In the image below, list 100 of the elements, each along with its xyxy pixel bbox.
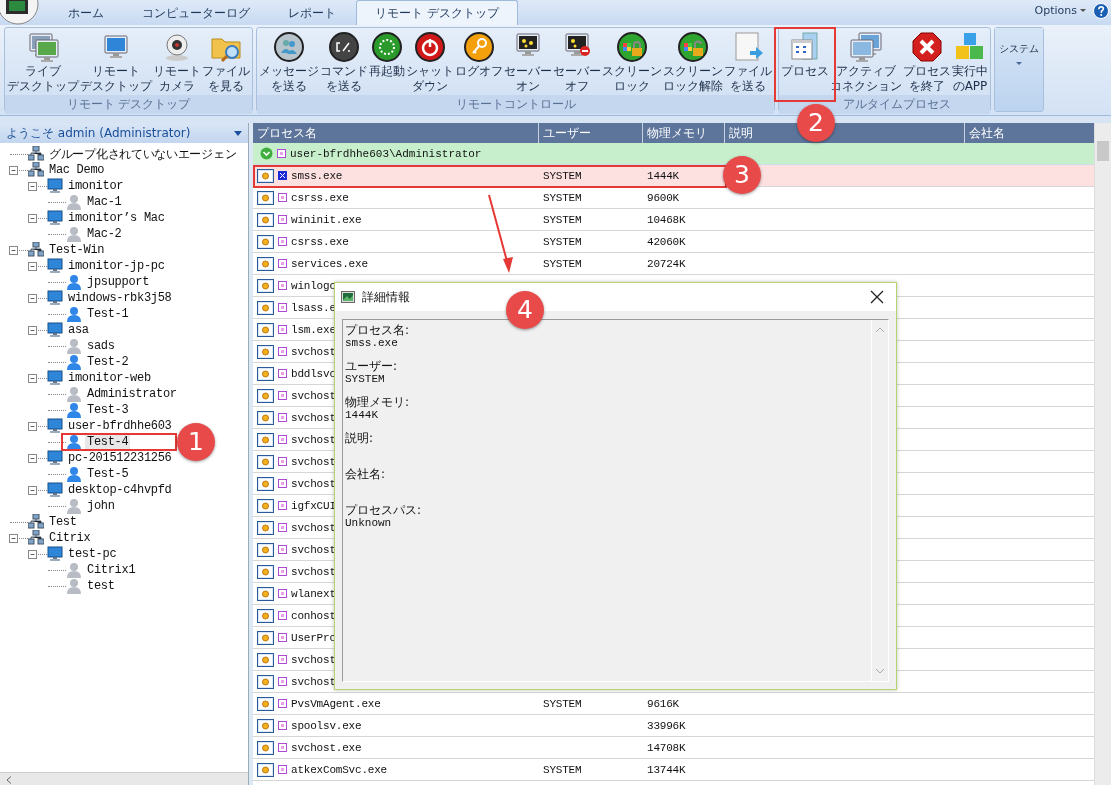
square-icon — [278, 215, 287, 224]
key-icon — [463, 31, 495, 63]
process-gear-icon — [257, 432, 274, 447]
system-menu-button[interactable]: システム — [995, 28, 1043, 111]
square-icon — [278, 545, 287, 554]
tree-item[interactable]: Mac-1 — [85, 195, 124, 209]
tab[interactable]: ホーム — [50, 1, 122, 25]
tree-item[interactable]: desktop-c4hvpfd — [66, 483, 174, 497]
process-row[interactable]: atkexComSvc.exe SYSTEM 13744K — [253, 759, 1095, 781]
tree-item[interactable]: Test-2 — [85, 355, 131, 369]
process-row[interactable]: wininit.exe SYSTEM 10468K — [253, 209, 1095, 231]
table-cell: svchost — [291, 675, 336, 688]
close-icon[interactable] — [870, 290, 884, 304]
table-cell: 14708K — [647, 741, 686, 754]
tree-item[interactable]: imonitor — [66, 179, 126, 193]
ribbon-button[interactable]: 実行中 のAPP — [952, 30, 988, 95]
ribbon-button[interactable]: セーバー オフ — [553, 30, 601, 95]
ribbon-button[interactable]: ファイル を送る — [724, 30, 772, 95]
scrollbar[interactable] — [1094, 123, 1111, 785]
table-cell: 42060K — [647, 235, 686, 248]
tree-item[interactable]: imonitor-web — [66, 371, 153, 385]
tree-item[interactable]: Citrix1 — [85, 563, 138, 577]
ribbon-button[interactable]: コマンド を送る — [320, 30, 368, 95]
ribbon-button[interactable]: ログオフ — [455, 30, 503, 95]
collapse-toggle[interactable] — [28, 325, 37, 335]
tree-item[interactable]: Citrix — [47, 531, 93, 545]
tree-item[interactable]: Test-1 — [85, 307, 131, 321]
collapse-toggle[interactable] — [9, 245, 18, 255]
ribbon-button[interactable]: ファイル を見る — [202, 30, 250, 95]
process-row[interactable]: services.exe SYSTEM 20724K — [253, 253, 1095, 275]
collapse-toggle[interactable] — [28, 549, 37, 559]
tree-item[interactable]: pc-201512231256 — [66, 451, 174, 465]
square-icon — [278, 655, 287, 664]
tab[interactable]: リモート デスクトップ — [356, 0, 518, 25]
tab[interactable]: レポート — [270, 1, 354, 25]
table-cell: conhost — [291, 609, 336, 622]
collapse-toggle[interactable] — [28, 485, 37, 495]
computer-icon — [47, 370, 63, 386]
tree-item[interactable]: imonitor-jp-pc — [66, 259, 167, 273]
tree-item[interactable]: asa — [66, 323, 91, 337]
collapse-toggle[interactable] — [28, 293, 37, 303]
tree-item[interactable]: Test-Win — [47, 243, 107, 257]
app-logo-icon[interactable] — [0, 0, 40, 26]
tree-item[interactable]: Administrator — [85, 387, 179, 401]
group-row[interactable]: user-bfrdhhe603\Administrator — [253, 143, 1095, 165]
tree-item[interactable]: user-bfrdhhe603 — [66, 419, 174, 433]
collapse-toggle[interactable] — [28, 373, 37, 383]
computer-icon — [47, 482, 63, 498]
ribbon-button[interactable]: リモート デスクトップ — [80, 30, 152, 95]
field-value: 1444K — [345, 409, 379, 421]
tree-item[interactable]: グループ化されていないエージェン — [47, 145, 239, 163]
tree-item[interactable]: imonitor’s Mac — [66, 211, 167, 225]
tree-item[interactable]: Test-3 — [85, 403, 131, 417]
process-row[interactable]: svchost.exe 14708K — [253, 737, 1095, 759]
collapse-toggle[interactable] — [28, 261, 37, 271]
table-cell: atkexComSvc.exe — [291, 763, 388, 776]
tree-item[interactable]: Test — [47, 515, 79, 529]
table-cell: 10468K — [647, 213, 686, 226]
collapse-toggle[interactable] — [28, 213, 37, 223]
ribbon-button[interactable]: リモート カメラ — [153, 30, 201, 95]
square-icon — [278, 677, 287, 686]
collapse-toggle[interactable] — [9, 533, 18, 543]
ribbon-button[interactable]: プロセス を終了 — [903, 30, 951, 95]
tree-item[interactable]: jpsupport — [85, 275, 152, 289]
collapse-toggle[interactable] — [28, 421, 37, 431]
ribbon-button[interactable]: スクリーン ロック解除 — [663, 30, 723, 95]
process-row[interactable]: PvsVmAgent.exe SYSTEM 9616K — [253, 693, 1095, 715]
panel-header[interactable]: ようこそ admin (Administrator) — [0, 123, 248, 143]
process-window-icon — [789, 31, 821, 63]
ribbon-button[interactable]: セーバー オン — [504, 30, 552, 95]
tree-item[interactable]: Mac Demo — [47, 163, 107, 177]
tree-item[interactable]: windows-rbk3j58 — [66, 291, 174, 305]
ribbon-button[interactable]: メッセージ を送る — [259, 30, 319, 95]
tab[interactable]: コンピューターログ — [124, 1, 268, 25]
scroll-left-icon[interactable] — [6, 776, 12, 784]
computer-icon — [47, 178, 63, 194]
process-row[interactable]: csrss.exe SYSTEM 42060K — [253, 231, 1095, 253]
collapse-toggle[interactable] — [28, 453, 37, 463]
ribbon-button[interactable]: ライブ デスクトップ — [7, 30, 79, 95]
options-menu[interactable]: Options — [1034, 4, 1077, 17]
ribbon-button[interactable]: スクリーン ロック — [602, 30, 662, 95]
collapse-toggle[interactable] — [9, 165, 18, 175]
tree-item[interactable]: john — [85, 499, 117, 513]
ribbon-button[interactable]: 再起動 — [369, 30, 405, 95]
collapse-toggle[interactable] — [28, 181, 37, 191]
scrollbar[interactable] — [0, 772, 248, 785]
help-icon[interactable] — [1093, 2, 1109, 19]
table-cell: svchost.exe — [291, 741, 362, 754]
table-cell: SYSTEM — [543, 257, 582, 270]
ribbon-button[interactable]: プロセス — [781, 30, 829, 95]
process-row[interactable]: spoolsv.exe 33996K — [253, 715, 1095, 737]
tree-item[interactable]: sads — [85, 339, 117, 353]
tree-item[interactable]: Test-5 — [85, 467, 131, 481]
tree-item[interactable]: test-pc — [66, 547, 119, 561]
process-gear-icon — [257, 388, 274, 403]
group-label: アルタイムプロセス — [779, 95, 990, 114]
tree-item[interactable]: Test-4 — [85, 435, 131, 449]
tree-item[interactable]: Mac-2 — [85, 227, 124, 241]
tree-item[interactable]: test — [85, 579, 117, 593]
ribbon-button[interactable]: シャット ダウン — [406, 30, 454, 95]
